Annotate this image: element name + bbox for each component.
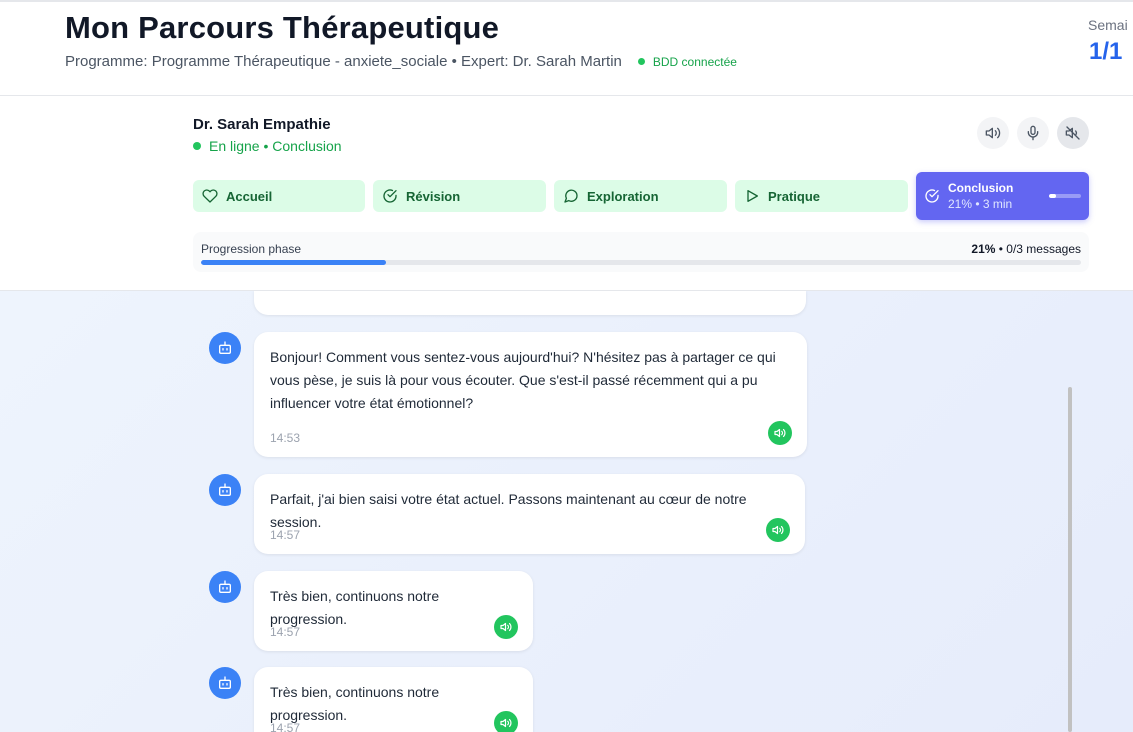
message-time: 14:53 bbox=[270, 431, 301, 445]
app-header: Mon Parcours Thérapeutique Programme: Pr… bbox=[0, 0, 1133, 96]
chat-bubble-icon bbox=[564, 189, 578, 203]
progress-bar bbox=[201, 260, 1081, 265]
phase-revision[interactable]: Révision bbox=[373, 180, 546, 212]
progress-label: Progression phase bbox=[201, 242, 302, 256]
phase-label: Pratique bbox=[768, 188, 821, 204]
mute-button[interactable] bbox=[1057, 117, 1089, 149]
phase-label: Conclusion bbox=[948, 181, 1014, 195]
chat-area[interactable]: Bonjour! Comment vous sentez-vous aujour… bbox=[0, 291, 1133, 732]
message-text: Très bien, continuons notre progression. bbox=[270, 684, 440, 723]
mute-icon bbox=[1065, 126, 1080, 140]
robot-icon bbox=[219, 483, 231, 496]
phase-label: Exploration bbox=[587, 188, 659, 204]
bot-avatar bbox=[209, 571, 241, 603]
progress-messages: • 0/3 messages bbox=[995, 242, 1081, 256]
phase-stepper: Accueil Révision Exploration Pratique Co… bbox=[193, 172, 1089, 220]
progress-bar-fill bbox=[201, 260, 386, 265]
previous-message-bubble bbox=[254, 291, 806, 315]
session-panel: Dr. Sarah Empathie En ligne • Conclusion… bbox=[0, 96, 1133, 291]
week-label: Semai bbox=[1088, 17, 1128, 33]
play-audio-button[interactable] bbox=[766, 518, 790, 542]
chat-scrollbar-thumb[interactable] bbox=[1068, 387, 1072, 732]
speaker-button[interactable] bbox=[977, 117, 1009, 149]
expert-status: En ligne • Conclusion bbox=[193, 138, 342, 154]
week-counter: 1/1 bbox=[1089, 38, 1123, 65]
program-subtitle: Programme: Programme Thérapeutique - anx… bbox=[65, 53, 622, 70]
message-time: 14:57 bbox=[270, 721, 301, 732]
speaker-icon bbox=[500, 622, 512, 632]
message-text: Très bien, continuons notre progression. bbox=[270, 588, 440, 627]
message-bubble: Bonjour! Comment vous sentez-vous aujour… bbox=[254, 332, 807, 457]
robot-icon bbox=[219, 676, 231, 689]
heart-icon bbox=[202, 189, 218, 203]
phase-label: Accueil bbox=[226, 188, 273, 204]
phase-current-text: Conclusion 21% • 3 min bbox=[948, 181, 1013, 211]
page-title: Mon Parcours Thérapeutique bbox=[65, 10, 500, 45]
speaker-icon bbox=[985, 127, 1001, 139]
microphone-icon bbox=[1027, 125, 1039, 141]
phase-exploration[interactable]: Exploration bbox=[554, 180, 727, 212]
message-time: 14:57 bbox=[270, 528, 301, 542]
robot-icon bbox=[219, 341, 231, 354]
play-audio-button[interactable] bbox=[494, 711, 518, 732]
check-circle-icon bbox=[383, 189, 397, 203]
phase-accueil[interactable]: Accueil bbox=[193, 180, 365, 212]
online-dot-icon bbox=[193, 142, 201, 150]
play-audio-button[interactable] bbox=[768, 421, 792, 445]
phase-mini-progress bbox=[1049, 194, 1081, 198]
play-icon bbox=[747, 190, 758, 202]
db-status-badge: BDD connectée bbox=[637, 54, 737, 69]
chat-scrollbar[interactable] bbox=[1066, 309, 1074, 732]
phase-conclusion[interactable]: Conclusion 21% • 3 min bbox=[916, 172, 1089, 220]
phase-pratique[interactable]: Pratique bbox=[735, 180, 908, 212]
phase-meta: 21% • 3 min bbox=[948, 197, 1013, 211]
progress-percent: 21% bbox=[971, 242, 996, 256]
play-audio-button[interactable] bbox=[494, 615, 518, 639]
phase-label: Révision bbox=[406, 188, 461, 204]
message-time: 14:57 bbox=[270, 625, 301, 639]
speaker-icon bbox=[500, 718, 512, 728]
microphone-button[interactable] bbox=[1017, 117, 1049, 149]
speaker-icon bbox=[772, 525, 784, 535]
expert-status-label: En ligne • Conclusion bbox=[209, 138, 342, 154]
db-status-label: BDD connectée bbox=[652, 54, 737, 69]
db-status-dot-icon bbox=[637, 58, 645, 65]
check-circle-icon bbox=[925, 189, 939, 203]
speaker-icon bbox=[774, 428, 786, 438]
bot-avatar bbox=[209, 474, 241, 506]
phase-mini-progress-fill bbox=[1049, 194, 1056, 198]
progress-value: 21% • 0/3 messages bbox=[971, 242, 1081, 256]
bot-avatar bbox=[209, 332, 241, 364]
expert-name: Dr. Sarah Empathie bbox=[193, 116, 331, 133]
phase-progress-card: Progression phase 21% • 0/3 messages bbox=[193, 232, 1089, 272]
bot-avatar bbox=[209, 667, 241, 699]
message-text: Bonjour! Comment vous sentez-vous aujour… bbox=[270, 349, 776, 411]
robot-icon bbox=[219, 580, 231, 593]
message-bubble: Parfait, j'ai bien saisi votre état actu… bbox=[254, 474, 805, 554]
message-bubble: Très bien, continuons notre progression.… bbox=[254, 571, 533, 651]
program-info: Programme: Programme Thérapeutique - anx… bbox=[65, 53, 737, 70]
message-text: Parfait, j'ai bien saisi votre état actu… bbox=[270, 491, 747, 530]
message-bubble: Très bien, continuons notre progression.… bbox=[254, 667, 533, 732]
